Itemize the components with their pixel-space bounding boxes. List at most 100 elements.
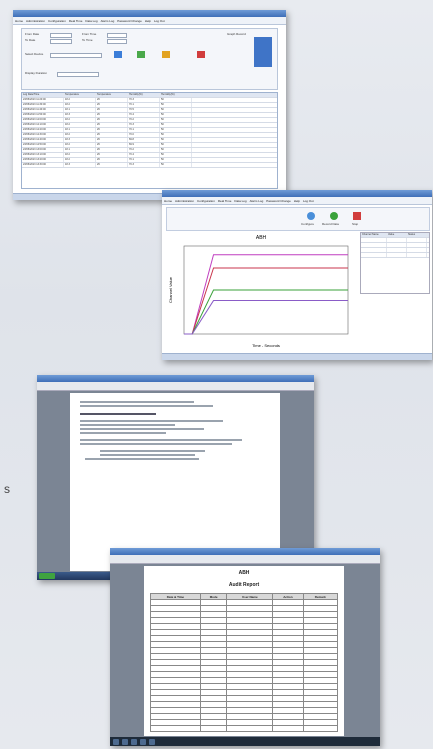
menu-item[interactable]: Configuration [197, 199, 215, 203]
from-time-field[interactable] [107, 33, 127, 38]
table-cell: 26 [96, 133, 128, 137]
audit-cell [199, 725, 228, 732]
table-cell: 18.2 [64, 103, 96, 107]
document-page [70, 393, 280, 571]
audit-row [150, 725, 339, 732]
select-device-dropdown[interactable] [50, 53, 102, 58]
display-duration-label: Display Duration [25, 71, 48, 75]
table-cell: 70.4 [128, 153, 160, 157]
to-time-field[interactable] [107, 39, 127, 44]
print-icon[interactable] [162, 51, 170, 58]
audit-cell [150, 725, 201, 732]
table-cell: 26 [96, 113, 128, 117]
graph-record-panel[interactable] [254, 37, 272, 67]
real-time-toolbar: Configure Record Data Stop [166, 207, 430, 231]
menu-item[interactable]: Log Out [154, 19, 165, 23]
real-time-chart: ABH Time - Seconds Channel Value [166, 232, 356, 350]
side-label: s [4, 482, 10, 496]
side-header-cell: Status [407, 233, 427, 237]
menu-item[interactable]: Home [15, 19, 23, 23]
stop-icon[interactable] [353, 212, 361, 220]
app-icon[interactable] [149, 738, 155, 745]
table-cell: 70.2 [128, 148, 160, 152]
table-cell: 23/06/2013 12:50:00 [22, 143, 64, 147]
table-cell: 26 [96, 158, 128, 162]
menu-bar: Home Administration Configuration Real Time… [13, 17, 286, 25]
table-cell: 50 [160, 158, 192, 162]
from-date-field[interactable] [50, 33, 72, 38]
grid-header-cell: Temperature [64, 93, 96, 97]
table-cell: 70.4 [128, 113, 160, 117]
search-icon[interactable] [114, 51, 122, 58]
table-cell: 26 [96, 128, 128, 132]
table-row[interactable]: 23/06/2013 13:30:00 18.3 26 70.3 50 [22, 163, 277, 168]
table-cell: 50 [160, 128, 192, 132]
table-cell: 70.1 [128, 128, 160, 132]
side-header-cell: Value [387, 233, 407, 237]
table-cell: 50 [160, 163, 192, 167]
table-cell: 50 [160, 118, 192, 122]
grid-body: 23/06/2013 11:20:00 18.2 26 70.3 50 23/06/201… [22, 98, 277, 168]
menu-item[interactable]: Home [164, 199, 172, 203]
menu-bar: Home Administration Configuration Real Time… [162, 197, 432, 205]
table-cell: 70.0 [128, 133, 160, 137]
menu-item[interactable]: Configuration [48, 19, 66, 23]
window-titlebar [110, 548, 380, 555]
record-icon[interactable] [330, 212, 338, 220]
side-header-cell: Channel Name [361, 233, 387, 237]
menu-item[interactable]: Log Out [303, 199, 314, 203]
start-button[interactable] [39, 573, 55, 579]
table-cell: 23/06/2013 11:30:00 [22, 103, 64, 107]
grid-header-cell: Humidity(%) [160, 93, 192, 97]
table-cell: 70.3 [128, 163, 160, 167]
menu-item[interactable]: Help [294, 199, 300, 203]
report-page: ABH Audit Report Date & Time Mode User N… [144, 566, 344, 736]
menu-item[interactable]: Real Time [218, 199, 232, 203]
table-cell: 18.2 [64, 158, 96, 162]
from-time-label: From Time [82, 32, 97, 36]
menu-item[interactable]: Password Change [117, 19, 142, 23]
stop-label: Stop [352, 222, 359, 226]
table-cell: 50 [160, 98, 192, 102]
audit-cell [302, 725, 339, 732]
export-icon[interactable] [137, 51, 145, 58]
menu-item[interactable]: Alarm Log [101, 19, 115, 23]
table-cell: 26 [96, 138, 128, 142]
configure-icon[interactable] [307, 212, 315, 220]
menu-item[interactable]: Data Log [234, 199, 246, 203]
table-cell: 50 [160, 113, 192, 117]
menu-item[interactable]: Real Time [69, 19, 83, 23]
start-icon[interactable] [113, 738, 119, 745]
table-cell: 18.3 [64, 138, 96, 142]
table-cell: 18.2 [64, 118, 96, 122]
table-cell: 18.2 [64, 153, 96, 157]
menu-item[interactable]: Alarm Log [250, 199, 264, 203]
app-icon[interactable] [122, 738, 128, 745]
table-cell: 69.9 [128, 143, 160, 147]
data-log-window: Home Administration Configuration Real Time… [13, 10, 286, 200]
to-date-field[interactable] [50, 39, 72, 44]
windows-taskbar [110, 737, 380, 746]
menu-item[interactable]: Password Change [266, 199, 291, 203]
audit-cell [226, 725, 274, 732]
table-cell: 18.1 [64, 128, 96, 132]
duration-field[interactable] [57, 72, 99, 77]
menu-item[interactable]: Administration [175, 199, 194, 203]
app-icon[interactable] [140, 738, 146, 745]
configure-label: Configure [301, 222, 315, 226]
close-icon[interactable] [197, 51, 205, 58]
table-cell: 70.2 [128, 118, 160, 122]
channel-side-panel: Channel Name Value Status [360, 232, 430, 294]
chart-background [166, 232, 356, 350]
menu-item[interactable]: Data Log [85, 19, 97, 23]
table-cell: 26 [96, 123, 128, 127]
audit-table: Date & Time Mode User Name Action Remark [150, 593, 339, 732]
table-cell: 23/06/2013 11:40:00 [22, 108, 64, 112]
status-bar [162, 353, 432, 360]
grid-header-cell: Temperature [96, 93, 128, 97]
y-axis-label: Channel Value [168, 276, 173, 303]
app-icon[interactable] [131, 738, 137, 745]
table-cell: 23/06/2013 12:00:00 [22, 118, 64, 122]
menu-item[interactable]: Help [145, 19, 151, 23]
menu-item[interactable]: Administration [26, 19, 45, 23]
